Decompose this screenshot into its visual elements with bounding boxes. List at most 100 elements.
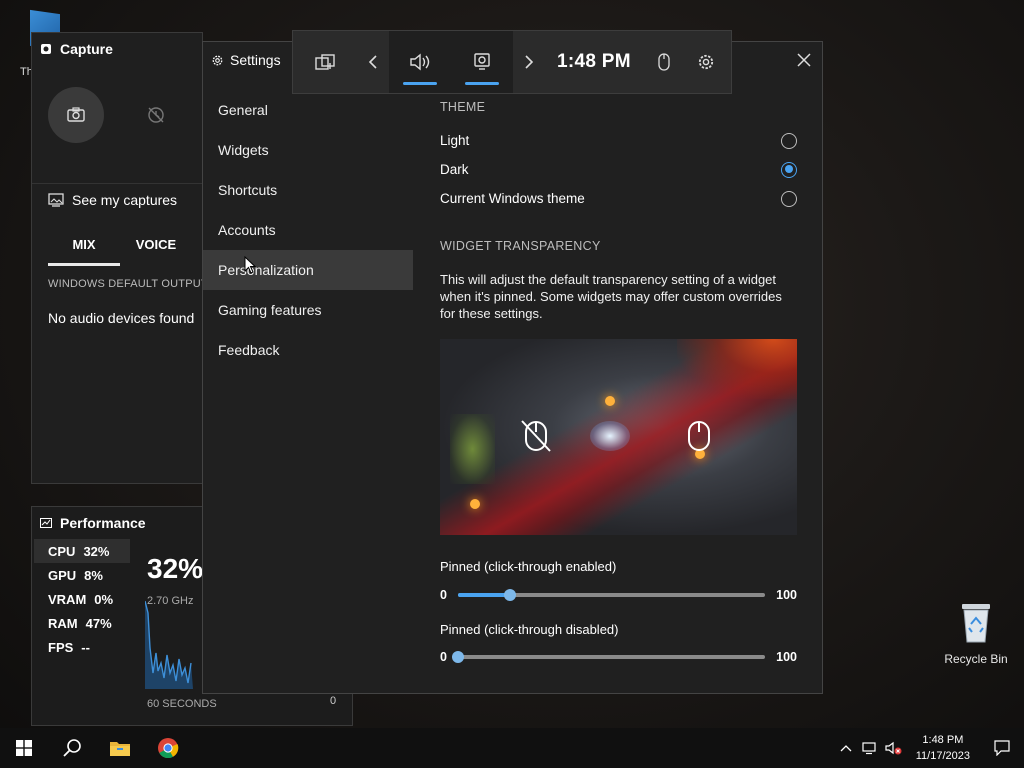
graph-axis-min: 0 xyxy=(330,695,337,707)
preview-torch xyxy=(470,499,480,509)
tab-mix[interactable]: MIX xyxy=(48,232,120,266)
close-icon xyxy=(797,53,811,67)
cpu-big-value: 32% xyxy=(147,553,204,584)
performance-icon xyxy=(40,518,52,528)
capture-widget-button[interactable] xyxy=(451,31,513,93)
gear-icon xyxy=(698,54,714,70)
nav-shortcuts[interactable]: Shortcuts xyxy=(203,170,413,210)
slider-track[interactable] xyxy=(458,589,765,601)
network-icon xyxy=(862,742,876,755)
radio-button-selected[interactable] xyxy=(781,161,797,178)
mouse-icon xyxy=(686,419,712,453)
network-button[interactable] xyxy=(858,728,882,768)
slider-thumb[interactable] xyxy=(504,589,517,601)
chrome-button[interactable] xyxy=(144,728,192,768)
search-button[interactable] xyxy=(48,728,96,768)
stat-cpu[interactable]: CPU 32% xyxy=(34,539,130,563)
start-button[interactable] xyxy=(0,728,48,768)
widget-menu-icon xyxy=(315,54,335,70)
settings-button[interactable] xyxy=(685,31,727,93)
theme-option-light[interactable]: Light xyxy=(440,126,797,155)
preview-torch xyxy=(605,396,615,406)
nav-feedback[interactable]: Feedback xyxy=(203,330,413,370)
slider-track[interactable] xyxy=(452,651,765,663)
volume-button[interactable] xyxy=(882,728,906,768)
stat-vram[interactable]: VRAM 0% xyxy=(34,587,130,611)
transparency-preview-image xyxy=(440,339,797,535)
stat-value: 8% xyxy=(84,567,103,583)
slider-fill xyxy=(458,593,511,597)
slider-min: 0 xyxy=(440,588,447,602)
theme-option-label: Current Windows theme xyxy=(440,191,585,206)
preview-scenery xyxy=(450,414,495,484)
close-button[interactable] xyxy=(792,48,816,72)
stat-label: FPS xyxy=(48,639,74,655)
record-disabled-icon xyxy=(148,107,164,123)
nav-gaming-features[interactable]: Gaming features xyxy=(203,290,413,330)
slider-click-through-enabled[interactable]: 0 100 xyxy=(440,584,797,606)
folder-icon xyxy=(110,742,130,756)
capture-icon xyxy=(474,53,490,70)
nav-general[interactable]: General xyxy=(203,90,413,130)
stat-value: 47% xyxy=(85,615,112,631)
search-icon xyxy=(63,739,81,757)
capture-title-bar[interactable]: Capture xyxy=(32,33,202,65)
show-hidden-icons-button[interactable] xyxy=(834,728,858,768)
mouse-click-through-icon xyxy=(520,419,552,453)
clock-date: 11/17/2023 xyxy=(915,750,970,762)
recycle-bin-label: Recycle Bin xyxy=(944,652,1008,666)
stat-fps[interactable]: FPS -- xyxy=(34,635,130,659)
slider-thumb[interactable] xyxy=(452,651,464,663)
windows-logo-icon xyxy=(16,740,32,756)
speaker-muted-icon xyxy=(885,741,902,755)
game-bar: 1:48 PM xyxy=(292,30,732,94)
active-indicator xyxy=(465,82,499,85)
taskbar-clock[interactable]: 1:48 PM 11/17/2023 xyxy=(906,732,980,764)
cpu-frequency: 2.70 GHz xyxy=(147,595,194,607)
nav-accounts[interactable]: Accounts xyxy=(203,210,413,250)
audio-widget: MIX VOICE WINDOWS DEFAULT OUTPUT No audi… xyxy=(31,214,208,484)
stat-value: 0% xyxy=(94,591,114,607)
audio-widget-button[interactable] xyxy=(389,31,451,93)
capture-title: Capture xyxy=(60,41,113,57)
theme-option-windows[interactable]: Current Windows theme xyxy=(440,184,797,213)
theme-option-label: Dark xyxy=(440,162,469,177)
transparency-description: This will adjust the default transparenc… xyxy=(440,272,782,321)
camera-icon xyxy=(67,107,85,122)
chevron-up-icon xyxy=(840,745,852,752)
clock-time: 1:48 PM xyxy=(922,734,964,746)
radio-button[interactable] xyxy=(781,132,797,149)
recycle-bin-icon xyxy=(959,602,993,644)
settings-title: Settings xyxy=(230,52,281,68)
tab-voice[interactable]: VOICE xyxy=(120,232,192,266)
theme-option-dark[interactable]: Dark xyxy=(440,155,797,184)
stat-gpu[interactable]: GPU 8% xyxy=(34,563,130,587)
stat-value: -- xyxy=(81,639,90,655)
no-audio-devices-text: No audio devices found xyxy=(48,310,195,326)
record-last-button[interactable] xyxy=(128,87,184,143)
stat-ram[interactable]: RAM 47% xyxy=(34,611,130,635)
see-my-captures-link[interactable]: See my captures xyxy=(32,183,203,217)
chrome-icon xyxy=(158,738,179,759)
gear-icon xyxy=(211,54,224,67)
screenshot-button[interactable] xyxy=(48,87,104,143)
scroll-right-button[interactable] xyxy=(513,31,545,93)
stat-label: GPU xyxy=(48,567,77,583)
settings-title-bar[interactable]: Settings xyxy=(211,52,281,68)
nav-widgets[interactable]: Widgets xyxy=(203,130,413,170)
widget-menu-button[interactable] xyxy=(293,31,357,93)
scroll-left-button[interactable] xyxy=(357,31,389,93)
slider-label-click-through-disabled: Pinned (click-through disabled) xyxy=(440,622,619,637)
capture-widget-icon xyxy=(40,43,52,55)
action-center-button[interactable] xyxy=(980,728,1024,768)
mouse-icon xyxy=(658,53,670,71)
taskbar: 1:48 PM 11/17/2023 xyxy=(0,728,1024,768)
radio-button[interactable] xyxy=(781,190,797,207)
stat-label: CPU xyxy=(48,543,76,559)
recycle-bin[interactable]: Recycle Bin xyxy=(940,602,1012,672)
file-explorer-button[interactable] xyxy=(96,728,144,768)
nav-personalization[interactable]: Personalization xyxy=(203,250,413,290)
chevron-left-icon xyxy=(368,55,377,69)
slider-click-through-disabled[interactable]: 0 100 xyxy=(440,646,797,668)
click-through-button[interactable] xyxy=(643,31,685,93)
